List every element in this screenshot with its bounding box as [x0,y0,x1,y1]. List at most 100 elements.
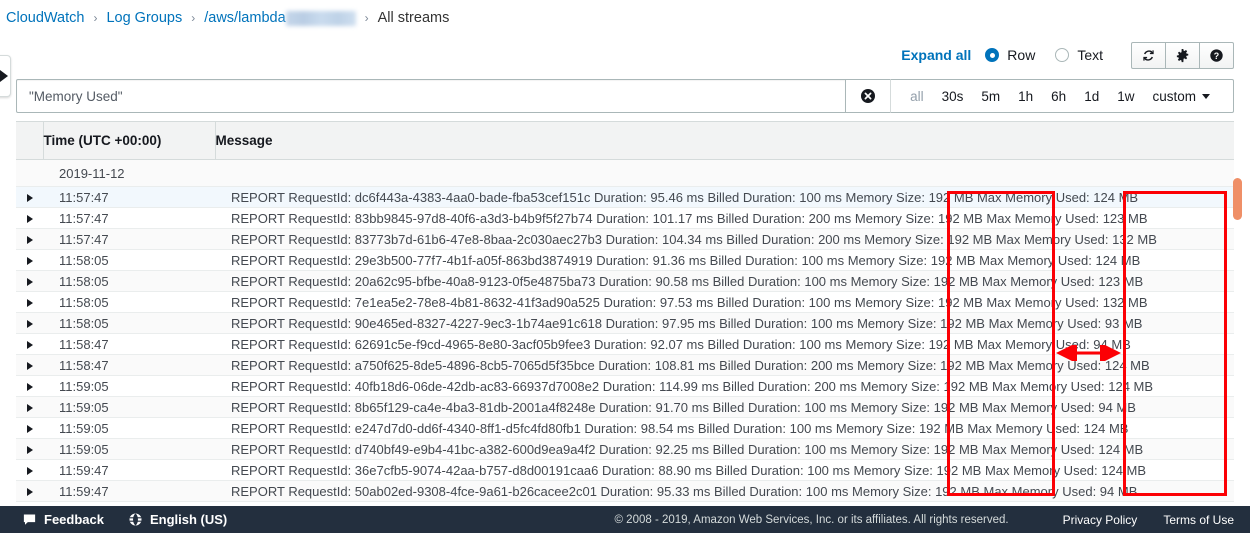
time-range-custom-dropdown[interactable]: custom [1152,89,1210,104]
table-row[interactable]: 11:59:47 REPORT RequestId: 50ab02ed-9308-… [16,480,1234,502]
expand-row-cell[interactable] [16,270,43,292]
expand-column-header [16,122,44,160]
time-range-all[interactable]: all [910,89,924,104]
expand-row-triangle-icon[interactable] [26,193,33,202]
expand-side-panel-button[interactable] [0,55,11,97]
time-range-5m[interactable]: 5m [981,89,1000,104]
page-footer: Feedback English (US) © 2008 - 2019, Ama… [0,506,1250,533]
expand-row-cell[interactable] [16,480,43,502]
expand-row-cell[interactable] [16,228,43,250]
redacted-log-group-name [285,10,356,26]
view-mode-row-option[interactable]: Row [985,47,1049,63]
table-row[interactable]: 11:57:47 REPORT RequestId: 83773b7d-61b6-… [16,228,1234,250]
breadcrumb-item-all-streams: All streams [377,10,450,26]
row-message: REPORT RequestId: 40fb18d6-06de-42db-ac8… [215,375,1234,397]
expand-row-triangle-icon[interactable] [26,319,33,328]
table-row[interactable]: 11:57:47 REPORT RequestId: dc6f443a-4383-… [16,186,1234,208]
text-radio-label: Text [1077,47,1103,63]
expand-row-triangle-icon[interactable] [26,466,33,475]
row-message: REPORT RequestId: 36e7cfb5-9074-42aa-b75… [215,459,1234,481]
breadcrumb-item-log-groups[interactable]: Log Groups [106,10,182,26]
text-radio[interactable] [1055,48,1070,62]
expand-row-cell[interactable] [16,186,43,208]
expand-row-triangle-icon[interactable] [26,277,33,286]
expand-row-cell[interactable] [16,249,43,271]
expand-row-cell[interactable] [16,417,43,439]
row-timestamp: 11:59:05 [43,438,215,460]
table-row[interactable]: 11:58:05 REPORT RequestId: 7e1ea5e2-78e8-… [16,291,1234,313]
row-timestamp: 11:59:47 [43,459,215,481]
table-header: Time (UTC +00:00) Message [16,122,1234,160]
expand-row-triangle-icon[interactable] [26,424,33,433]
table-row[interactable]: 11:59:05 REPORT RequestId: e247d7d0-dd6f-… [16,417,1234,439]
table-row[interactable]: 11:58:05 REPORT RequestId: 20a62c95-bfbe-… [16,270,1234,292]
expand-row-triangle-icon[interactable] [26,403,33,412]
expand-row-triangle-icon[interactable] [26,445,33,454]
message-column-header[interactable]: Message [215,122,1234,160]
feedback-button[interactable]: Feedback [22,512,104,527]
expand-row-triangle-icon[interactable] [26,298,33,307]
expand-row-triangle-icon[interactable] [26,214,33,223]
table-row[interactable]: 11:59:05 REPORT RequestId: 40fb18d6-06de-… [16,375,1234,397]
expand-row-triangle-icon[interactable] [26,361,33,370]
language-selector[interactable]: English (US) [128,512,227,527]
terms-of-use-link[interactable]: Terms of Use [1163,513,1234,527]
breadcrumb-item-cloudwatch[interactable]: CloudWatch [6,10,84,26]
expand-row-cell[interactable] [16,291,43,313]
time-range-1h[interactable]: 1h [1018,89,1033,104]
clear-circle-x-icon [861,89,876,103]
expand-row-cell[interactable] [16,375,43,397]
row-timestamp: 11:59:05 [43,417,215,439]
log-events-table-wrapper: Time (UTC +00:00) Message 2019-11-12 11:… [16,121,1242,502]
globe-icon [129,513,142,526]
time-range-30s[interactable]: 30s [942,89,964,104]
view-mode-text-option[interactable]: Text [1055,47,1117,63]
breadcrumb-item-log-group-label: /aws/lambda [204,10,286,26]
time-range-1d[interactable]: 1d [1084,89,1099,104]
expand-row-cell[interactable] [16,438,43,460]
table-row[interactable]: 11:59:05 REPORT RequestId: 8b65f129-ca4e-… [16,396,1234,418]
vertical-scrollbar-thumb[interactable] [1233,178,1242,220]
table-row[interactable]: 11:58:47 REPORT RequestId: 62691c5e-f9cd-… [16,333,1234,355]
row-message: REPORT RequestId: 7e1ea5e2-78e8-4b81-863… [215,291,1234,313]
settings-button[interactable] [1165,41,1200,69]
expand-all-link[interactable]: Expand all [901,47,971,63]
feedback-label: Feedback [44,512,104,527]
time-range-6h[interactable]: 6h [1051,89,1066,104]
help-button[interactable]: ? [1199,41,1234,69]
expand-row-cell[interactable] [16,312,43,334]
table-row[interactable]: 11:59:47 REPORT RequestId: 36e7cfb5-9074-… [16,459,1234,481]
expand-row-cell[interactable] [16,459,43,481]
expand-row-triangle-icon[interactable] [26,340,33,349]
time-column-header[interactable]: Time (UTC +00:00) [43,122,216,160]
breadcrumb-separator-icon: › [364,11,369,25]
search-input[interactable] [27,87,836,105]
breadcrumb-item-log-group[interactable]: /aws/lambda [204,10,356,26]
row-message: REPORT RequestId: dc6f443a-4383-4aa0-bad… [215,186,1234,208]
time-range-1w[interactable]: 1w [1117,89,1134,104]
row-radio[interactable] [985,48,1000,62]
search-field-wrapper[interactable] [16,79,847,113]
expand-row-triangle-icon[interactable] [26,487,33,496]
expand-row-triangle-icon[interactable] [26,235,33,244]
expand-row-cell[interactable] [16,333,43,355]
clear-search-button[interactable] [846,79,891,113]
date-group-label: 2019-11-12 [43,159,1234,187]
expand-row-triangle-icon[interactable] [26,382,33,391]
speech-bubble-icon [23,514,36,525]
row-message: REPORT RequestId: 62691c5e-f9cd-4965-8e8… [215,333,1234,355]
row-timestamp: 11:58:05 [43,291,215,313]
copyright-text: © 2008 - 2019, Amazon Web Services, Inc.… [614,513,1009,526]
table-row[interactable]: 11:58:05 REPORT RequestId: 29e3b500-77f7-… [16,249,1234,271]
refresh-button[interactable] [1131,41,1166,69]
privacy-policy-link[interactable]: Privacy Policy [1063,513,1138,527]
table-row[interactable]: 11:58:05 REPORT RequestId: 90e465ed-8327-… [16,312,1234,334]
table-row[interactable]: 11:59:05 REPORT RequestId: d740bf49-e9b4-… [16,438,1234,460]
table-row[interactable]: 11:58:47 REPORT RequestId: a750f625-8de5-… [16,354,1234,376]
expand-row-triangle-icon[interactable] [26,256,33,265]
expand-row-cell[interactable] [16,396,43,418]
expand-row-cell[interactable] [16,354,43,376]
expand-row-cell[interactable] [16,207,43,229]
table-row[interactable]: 11:57:47 REPORT RequestId: 83bb9845-97d8-… [16,207,1234,229]
gear-icon [1176,48,1189,62]
